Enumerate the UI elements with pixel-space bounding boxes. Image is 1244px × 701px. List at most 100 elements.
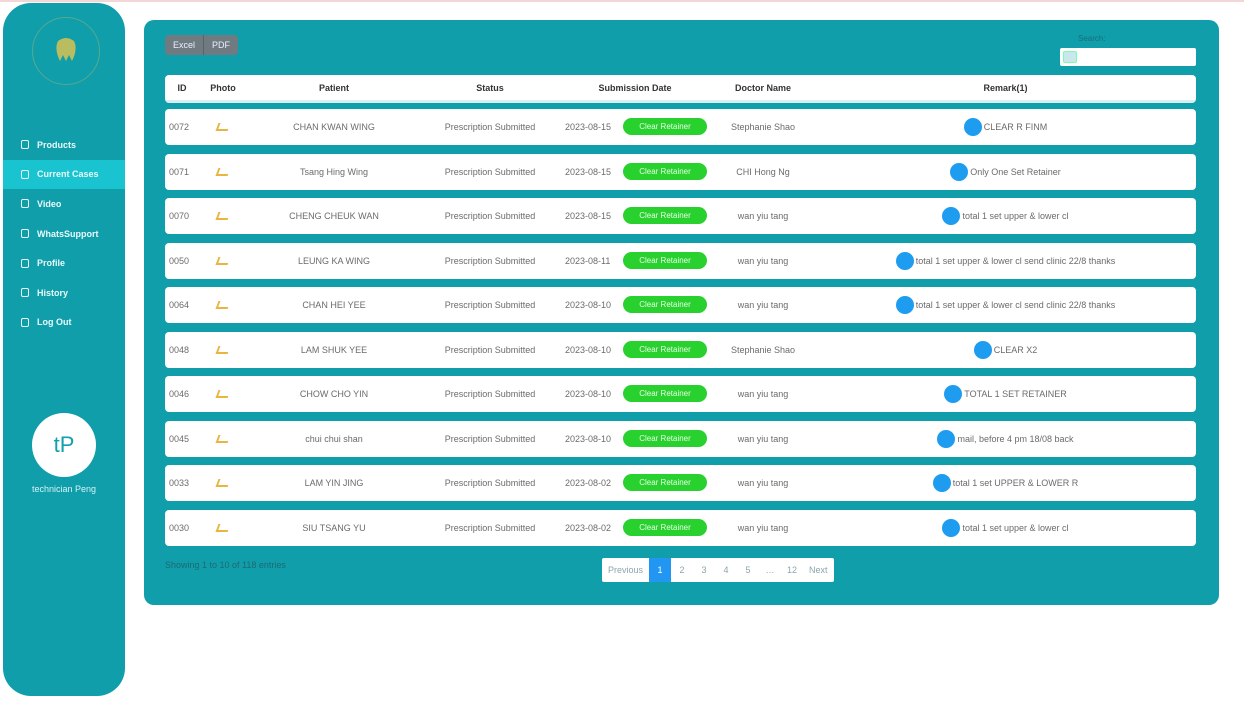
cell-id: 0071 — [169, 166, 190, 177]
remark-text: total 1 set upper & lower cl — [962, 522, 1069, 533]
sidebar-item-products[interactable]: Products — [3, 130, 125, 160]
header-id[interactable]: ID — [165, 75, 199, 100]
product-type-badge[interactable]: Clear Retainer — [623, 340, 707, 358]
search-input[interactable] — [1060, 48, 1196, 66]
remark-indicator-icon[interactable] — [944, 385, 963, 403]
product-type-badge[interactable]: Clear Retainer — [623, 385, 707, 402]
avatar[interactable]: tP — [32, 413, 96, 477]
cell-photo[interactable] — [199, 109, 247, 145]
cell-id: 0070 — [169, 211, 190, 221]
cell-status: Prescription Submitted — [444, 300, 536, 310]
sidebar-item-current-cases[interactable]: Current Cases — [3, 159, 125, 190]
sidebar-item-log-out[interactable]: Log Out — [3, 308, 125, 338]
table-row[interactable]: 0070 CHENG CHEUK WAN Prescription Submitte… — [165, 198, 1196, 234]
cell-photo[interactable] — [199, 287, 247, 323]
remark-text: total 1 set upper & lower cl send clinic… — [915, 255, 1116, 266]
previous-page-button[interactable]: Previous — [602, 558, 649, 582]
remark-indicator-icon[interactable] — [895, 251, 914, 270]
photo-icon — [215, 345, 231, 354]
cell-photo[interactable] — [199, 465, 247, 501]
remark-indicator-icon[interactable] — [963, 118, 982, 136]
photo-icon — [215, 479, 231, 487]
table-row[interactable]: 0033 LAM YIN JING Prescription Submitted 20… — [165, 465, 1196, 501]
cell-photo[interactable] — [199, 421, 247, 457]
cell-doctor: Stephanie Shao — [730, 122, 796, 132]
logout-icon — [21, 317, 29, 327]
table-row[interactable]: 0045 chui chui shan Prescription Submitted… — [165, 420, 1196, 457]
product-type-badge[interactable]: Clear Retainer — [623, 518, 707, 536]
cell-photo[interactable] — [199, 332, 247, 368]
photo-icon — [215, 256, 231, 265]
product-type-badge[interactable]: Clear Retainer — [623, 429, 707, 447]
search-label: Search: — [1078, 34, 1106, 43]
sidebar-item-profile[interactable]: Profile — [3, 248, 125, 278]
cell-doctor: wan yiu tang — [737, 389, 789, 399]
cell-submission-date: 2023-08-10 Clear Retainer — [559, 421, 711, 457]
entries-info: Showing 1 to 10 of 118 entries — [165, 560, 286, 570]
cell-submission-date: 2023-08-02 Clear Retainer — [559, 510, 711, 546]
cell-photo[interactable] — [199, 510, 247, 546]
table-row[interactable]: 0046 CHOW CHO YIN Prescription Submitted 20… — [165, 376, 1196, 412]
cell-photo[interactable] — [199, 376, 247, 412]
product-type-badge[interactable]: Clear Retainer — [623, 162, 707, 180]
sidebar-nav: Products Current Cases Video WhatsSupport Pr… — [3, 130, 125, 337]
cell-photo[interactable] — [199, 198, 247, 234]
header-patient[interactable]: Patient — [247, 75, 421, 100]
sidebar-item-history[interactable]: History — [3, 278, 125, 308]
remark-indicator-icon[interactable] — [973, 340, 992, 359]
cell-remark: CLEAR X2 — [815, 332, 1196, 368]
table-row[interactable]: 0050 LEUNG KA WING Prescription Submitted 2… — [165, 242, 1196, 279]
header-photo[interactable]: Photo — [199, 75, 247, 100]
page-4-button[interactable]: 4 — [715, 558, 737, 582]
product-type-badge[interactable]: Clear Retainer — [623, 474, 707, 491]
cell-remark: Only One Set Retainer — [815, 154, 1196, 190]
product-type-badge[interactable]: Clear Retainer — [623, 296, 707, 313]
cell-status: Prescription Submitted — [444, 211, 536, 221]
submission-date-text: 2023-08-10 — [565, 389, 612, 399]
cell-status: Prescription Submitted — [444, 389, 536, 399]
header-status[interactable]: Status — [421, 75, 559, 100]
remark-text: TOTAL 1 SET RETAINER — [964, 389, 1067, 399]
cell-photo[interactable] — [199, 243, 247, 279]
cell-status: Prescription Submitted — [444, 166, 536, 177]
remark-indicator-icon[interactable] — [932, 474, 951, 492]
page-12-button[interactable]: 12 — [781, 558, 803, 582]
cell-submission-date: 2023-08-10 Clear Retainer — [559, 376, 711, 412]
photo-icon — [215, 301, 231, 309]
remark-indicator-icon[interactable] — [942, 518, 961, 537]
header-remark[interactable]: Remark(1) — [815, 75, 1196, 100]
document-icon — [21, 140, 29, 150]
header-submission-date[interactable]: Submission Date — [559, 75, 711, 100]
product-type-badge[interactable]: Clear Retainer — [623, 207, 707, 224]
remark-indicator-icon[interactable] — [950, 162, 969, 181]
clock-icon — [21, 288, 29, 298]
user-icon — [21, 169, 29, 179]
cell-photo[interactable] — [199, 154, 247, 190]
sidebar-item-whatssupport[interactable]: WhatsSupport — [3, 219, 125, 249]
remark-indicator-icon[interactable] — [942, 207, 961, 225]
photo-icon — [215, 212, 231, 220]
product-type-badge[interactable]: Clear Retainer — [623, 118, 707, 135]
table-row[interactable]: 0064 CHAN HEI YEE Prescription Submitted 20… — [165, 287, 1196, 323]
export-excel-button[interactable]: Excel — [165, 35, 205, 55]
header-doctor-name[interactable]: Doctor Name — [711, 75, 815, 100]
next-page-button[interactable]: Next — [803, 558, 834, 582]
table-row[interactable]: 0030 SIU TSANG YU Prescription Submitted 20… — [165, 509, 1196, 546]
page-1-button[interactable]: 1 — [649, 558, 672, 582]
table-row[interactable]: 0071 Tsang Hing Wing Prescription Submitte… — [165, 153, 1196, 190]
table-row[interactable]: 0072 CHAN KWAN WING Prescription Submitted… — [165, 109, 1196, 145]
remark-indicator-icon[interactable] — [895, 296, 914, 314]
page-2-button[interactable]: 2 — [671, 558, 693, 582]
export-pdf-button[interactable]: PDF — [204, 35, 239, 55]
cell-id: 0048 — [169, 344, 190, 355]
sidebar-item-video[interactable]: Video — [3, 189, 125, 219]
cell-patient: LAM YIN JING — [304, 478, 364, 488]
sidebar-item-label: Video — [37, 198, 62, 209]
page-3-button[interactable]: 3 — [693, 558, 715, 582]
remark-indicator-icon[interactable] — [937, 429, 956, 448]
table-row[interactable]: 0048 LAM SHUK YEE Prescription Submitted 20… — [165, 331, 1196, 368]
page-5-button[interactable]: 5 — [737, 558, 759, 582]
sidebar-item-label: Profile — [37, 258, 66, 269]
cell-status: Prescription Submitted — [444, 255, 536, 266]
product-type-badge[interactable]: Clear Retainer — [623, 251, 707, 269]
